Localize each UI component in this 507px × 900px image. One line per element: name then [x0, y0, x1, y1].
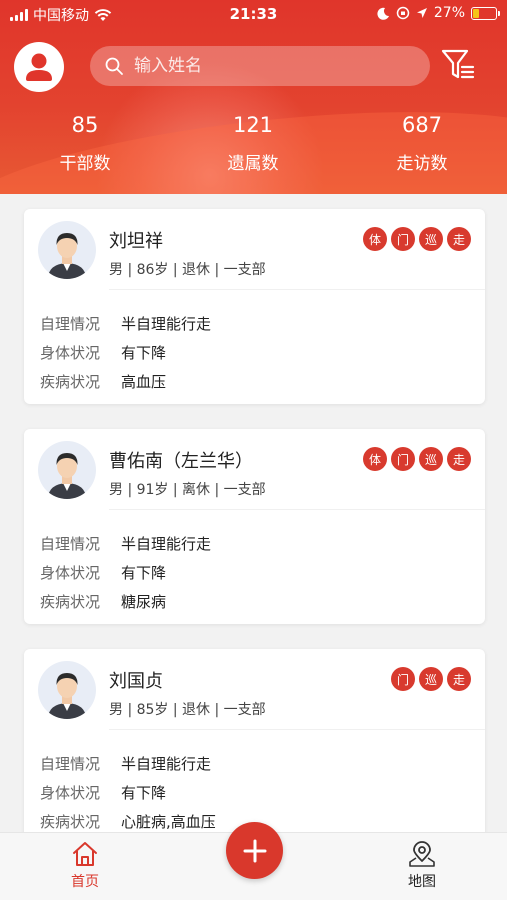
- stat-cadres[interactable]: 85 干部数: [25, 112, 145, 174]
- field-row: 身体状况 有下降: [40, 562, 166, 583]
- stat-label: 走访数: [396, 154, 448, 174]
- battery-percent: 27%: [433, 5, 465, 21]
- divider: [109, 729, 485, 730]
- person-name: 刘国贞: [109, 671, 163, 692]
- filter-icon: [441, 49, 475, 79]
- tag-badge: 走: [447, 447, 471, 471]
- status-bar: 中国移动 21:33 27%: [0, 0, 507, 28]
- field-value: 半自理能行走: [121, 755, 212, 773]
- person-meta: 男 | 85岁 | 退休 | 一支部: [109, 702, 266, 718]
- add-button[interactable]: [226, 822, 283, 879]
- field-row: 疾病状况 高血压: [40, 371, 166, 392]
- field-value: 有下降: [121, 784, 167, 802]
- field-key: 身体状况: [40, 784, 101, 802]
- search-bar[interactable]: [90, 46, 430, 86]
- field-value: 有下降: [121, 564, 167, 582]
- field-key: 身体状况: [40, 344, 101, 362]
- tag-group: 体 门 巡 走: [363, 227, 471, 251]
- stat-value: 687: [401, 113, 443, 137]
- tag-badge: 体: [363, 447, 387, 471]
- person-meta: 男 | 86岁 | 退休 | 一支部: [109, 262, 266, 278]
- person-avatar: [38, 441, 96, 499]
- person-avatar: [38, 221, 96, 279]
- tab-home-label: 首页: [71, 874, 99, 890]
- tag-group: 体 门 巡 走: [363, 447, 471, 471]
- field-key: 自理情况: [40, 535, 101, 553]
- stat-visits[interactable]: 687 走访数: [362, 112, 482, 174]
- person-avatar-icon: [48, 233, 86, 279]
- divider: [109, 289, 485, 290]
- battery-icon: [471, 6, 500, 20]
- field-key: 自理情况: [40, 315, 101, 333]
- orientation-lock-icon: [396, 6, 410, 20]
- person-avatar: [38, 661, 96, 719]
- stat-bereaved[interactable]: 121 遗属数: [193, 112, 313, 174]
- field-key: 身体状况: [40, 564, 101, 582]
- stat-label: 遗属数: [227, 154, 279, 174]
- tag-group: 门 巡 走: [391, 667, 471, 691]
- record-card[interactable]: 刘坦祥 男 | 86岁 | 退休 | 一支部 体 门 巡 走 自理情况 半自理能…: [24, 209, 485, 404]
- field-value: 高血压: [121, 373, 167, 391]
- record-card[interactable]: 曹佑南（左兰华） 男 | 91岁 | 离休 | 一支部 体 门 巡 走 自理情况…: [24, 429, 485, 624]
- person-avatar-icon: [48, 453, 86, 499]
- field-key: 疾病状况: [40, 813, 101, 831]
- field-row: 自理情况 半自理能行走: [40, 533, 211, 554]
- tag-badge: 门: [391, 447, 415, 471]
- field-value: 心脏病,高血压: [121, 813, 216, 831]
- map-pin-icon: [409, 841, 435, 867]
- field-value: 半自理能行走: [121, 315, 212, 333]
- tag-badge: 走: [447, 227, 471, 251]
- record-card[interactable]: 刘国贞 男 | 85岁 | 退休 | 一支部 门 巡 走 自理情况 半自理能行走…: [24, 649, 485, 844]
- home-icon: [73, 842, 97, 866]
- field-value: 有下降: [121, 344, 167, 362]
- tag-badge: 门: [391, 667, 415, 691]
- search-input[interactable]: [134, 56, 394, 76]
- stat-value: 121: [232, 113, 274, 137]
- tab-map-label: 地图: [408, 874, 436, 890]
- tag-badge: 走: [447, 667, 471, 691]
- search-icon: [105, 57, 123, 75]
- field-value: 糖尿病: [121, 593, 167, 611]
- divider: [109, 509, 485, 510]
- tab-home[interactable]: 首页: [55, 841, 115, 891]
- field-key: 疾病状况: [40, 593, 101, 611]
- plus-icon: [243, 839, 266, 862]
- tag-badge: 巡: [419, 447, 443, 471]
- person-avatar-icon: [48, 673, 86, 719]
- moon-icon: [377, 7, 389, 20]
- field-row: 疾病状况 糖尿病: [40, 591, 166, 612]
- tag-badge: 体: [363, 227, 387, 251]
- tag-badge: 巡: [419, 227, 443, 251]
- user-avatar-icon: [26, 53, 52, 81]
- location-icon: [416, 8, 427, 18]
- field-value: 半自理能行走: [121, 535, 212, 553]
- tab-map[interactable]: 地图: [392, 841, 452, 891]
- person-name: 曹佑南（左兰华）: [109, 451, 253, 472]
- filter-button[interactable]: [440, 47, 476, 83]
- field-row: 身体状况 有下降: [40, 342, 166, 363]
- field-row: 疾病状况 心脏病,高血压: [40, 811, 216, 832]
- field-key: 疾病状况: [40, 373, 101, 391]
- stat-value: 85: [71, 113, 99, 137]
- person-name: 刘坦祥: [109, 231, 163, 252]
- field-key: 自理情况: [40, 755, 101, 773]
- tag-badge: 门: [391, 227, 415, 251]
- stat-label: 干部数: [59, 154, 111, 174]
- user-avatar-button[interactable]: [14, 42, 64, 92]
- person-meta: 男 | 91岁 | 离休 | 一支部: [109, 482, 266, 498]
- header: 中国移动 21:33 27% 输入姓名 85 干部数 121 遗属数 687 走…: [0, 0, 507, 194]
- tag-badge: 巡: [419, 667, 443, 691]
- field-row: 自理情况 半自理能行走: [40, 313, 211, 334]
- field-row: 自理情况 半自理能行走: [40, 753, 211, 774]
- field-row: 身体状况 有下降: [40, 782, 166, 803]
